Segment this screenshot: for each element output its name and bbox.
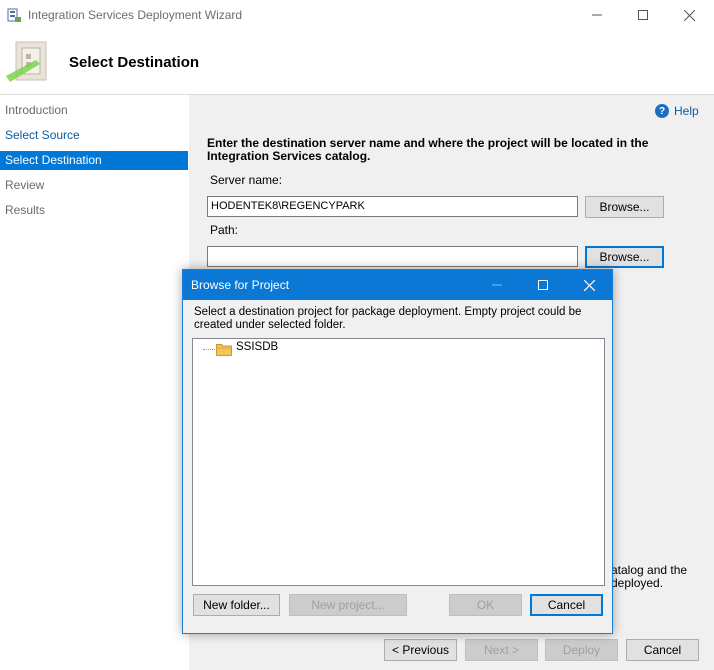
next-button[interactable]: Next > [465, 639, 538, 661]
dialog-close-button[interactable] [566, 270, 612, 300]
close-icon [583, 279, 595, 291]
help-label: Help [674, 104, 699, 118]
deploy-button[interactable]: Deploy [545, 639, 618, 661]
help-link[interactable]: ? Help [655, 104, 699, 118]
tree-item[interactable]: SSISDB [193, 339, 604, 359]
path-field[interactable] [207, 246, 578, 267]
page-heading: Select Destination [69, 54, 200, 71]
minimize-icon [592, 14, 602, 16]
browse-path-button[interactable]: Browse... [585, 246, 664, 268]
browse-project-dialog: Browse for Project Select a destination … [182, 269, 613, 634]
maximize-icon [638, 10, 648, 20]
partially-hidden-text: atalog and the deployed. [611, 563, 688, 590]
window-title: Integration Services Deployment Wizard [28, 8, 243, 22]
help-icon: ? [655, 104, 669, 118]
wizard-header-icon [6, 41, 47, 82]
folder-icon [216, 344, 232, 356]
dialog-minimize-button[interactable] [474, 270, 520, 300]
minimize-button[interactable] [574, 0, 620, 30]
nav-item-review[interactable]: Review [0, 176, 188, 195]
nav-item-select-source[interactable]: Select Source [0, 126, 188, 145]
new-project-button[interactable]: New project... [289, 594, 407, 616]
close-button[interactable] [666, 0, 712, 30]
maximize-icon [538, 280, 548, 290]
tree-item-label: SSISDB [236, 341, 279, 353]
ok-button[interactable]: OK [449, 594, 522, 616]
dialog-cancel-button[interactable]: Cancel [530, 594, 603, 616]
project-tree[interactable]: SSISDB [192, 338, 605, 586]
wizard-header: Select Destination [0, 30, 714, 94]
browse-server-button[interactable]: Browse... [585, 196, 664, 218]
dialog-maximize-button[interactable] [520, 270, 566, 300]
close-icon [683, 9, 695, 21]
maximize-button[interactable] [620, 0, 666, 30]
app-icon [7, 8, 21, 22]
instruction-text: Enter the destination server name and wh… [207, 136, 649, 163]
server-name-label: Server name: [210, 173, 283, 187]
dialog-title-bar[interactable]: Browse for Project [183, 270, 612, 300]
new-folder-button[interactable]: New folder... [193, 594, 280, 616]
minimize-icon [492, 284, 502, 286]
path-label: Path: [210, 223, 239, 237]
cancel-button[interactable]: Cancel [626, 639, 699, 661]
previous-button[interactable]: < Previous [384, 639, 457, 661]
server-name-field[interactable]: HODENTEK8\REGENCYPARK [207, 196, 578, 217]
nav-item-introduction[interactable]: Introduction [0, 101, 188, 120]
dialog-title: Browse for Project [191, 278, 290, 292]
title-bar[interactable]: Integration Services Deployment Wizard [0, 0, 714, 30]
dialog-description: Select a destination project for package… [194, 306, 582, 331]
nav-item-select-destination[interactable]: Select Destination [0, 151, 188, 170]
nav-item-results[interactable]: Results [0, 201, 188, 220]
